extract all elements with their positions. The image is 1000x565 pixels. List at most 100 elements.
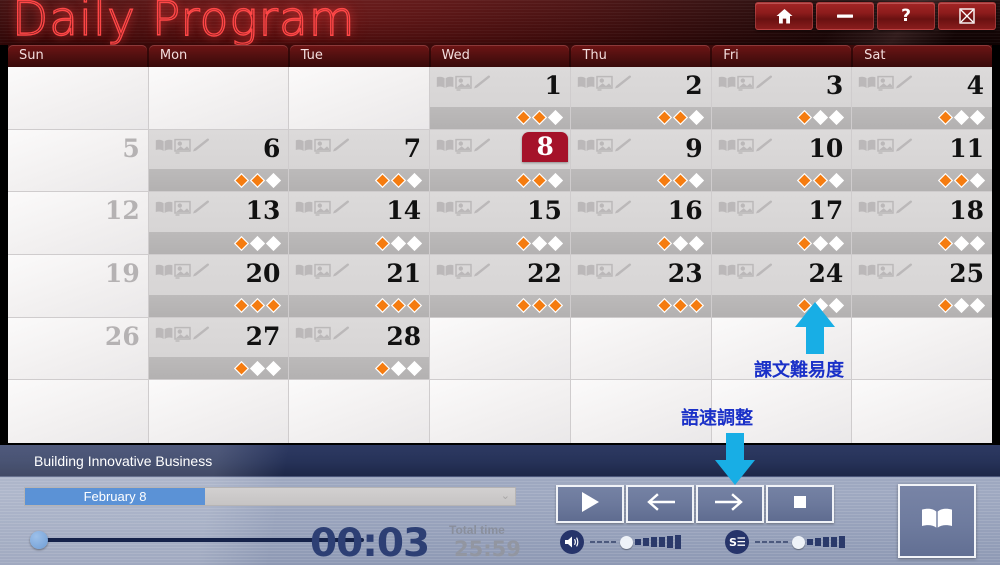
difficulty-rating — [289, 232, 430, 255]
next-button[interactable] — [696, 485, 764, 523]
calendar-day-cell-6[interactable]: 6 — [148, 129, 290, 193]
playback-controls — [556, 485, 834, 523]
day-number: 2 — [685, 71, 703, 100]
calendar-day-cell-13[interactable]: 13 — [148, 192, 290, 256]
calendar-day-cell-7[interactable]: 7 — [289, 129, 431, 193]
timeline-handle[interactable] — [30, 531, 48, 549]
difficulty-rating — [852, 169, 992, 192]
calendar-day-cell-22[interactable]: 22 — [430, 255, 571, 318]
chevron-down-icon: ⌄ — [500, 490, 510, 502]
play-icon — [578, 491, 602, 518]
day-cell-top: 10 — [712, 130, 852, 168]
calendar-grid: 1 2 3 4 5 6 7 8 9 10 11 12 13 14 15 16 17 18 19 20 21 22 23 24 2… — [8, 67, 992, 443]
volume-slider-track[interactable] — [590, 532, 683, 552]
calendar-day-cell-8[interactable]: 8 — [430, 129, 571, 193]
day-cell-top: 19 — [8, 255, 148, 293]
slider-level-block — [807, 539, 813, 545]
difficulty-diamond — [531, 298, 547, 314]
day-number: 14 — [386, 196, 422, 226]
day-number: 26 — [104, 321, 140, 351]
player-bar: Building Innovative Business February 8 … — [0, 445, 1000, 565]
calendar-empty-cell — [852, 380, 992, 443]
calendar-day-cell-12[interactable]: 12 — [8, 192, 149, 256]
calendar-day-cell-16[interactable]: 16 — [570, 192, 712, 256]
day-cell-top — [289, 380, 429, 418]
calendar-day-cell-21[interactable]: 21 — [289, 255, 431, 318]
calendar-day-cell-20[interactable]: 20 — [148, 255, 290, 318]
speed-slider[interactable]: S — [725, 530, 847, 554]
slider-level-block — [831, 536, 837, 548]
calendar-day-cell-9[interactable]: 9 — [570, 129, 712, 193]
play-button[interactable] — [556, 485, 624, 523]
difficulty-rating — [289, 169, 430, 192]
difficulty-diamond — [672, 235, 688, 251]
volume-slider[interactable] — [560, 530, 683, 554]
day-cell-top: 23 — [571, 255, 711, 293]
calendar-day-cell-26[interactable]: 26 — [8, 317, 149, 381]
day-cell-top: 26 — [8, 318, 148, 356]
calendar-day-cell-5[interactable]: 5 — [8, 129, 149, 193]
day-cell-top: 3 — [712, 67, 852, 105]
lesson-content-icons — [436, 263, 492, 279]
calendar-day-cell-10[interactable]: 10 — [711, 129, 853, 193]
calendar-day-cell-28[interactable]: 28 — [289, 317, 431, 381]
day-cell-top: 2 — [571, 67, 711, 105]
speaker-icon — [560, 530, 584, 554]
previous-button[interactable] — [626, 485, 694, 523]
day-number: 15 — [527, 196, 562, 226]
arrow-left-icon — [645, 492, 676, 517]
difficulty-diamond — [938, 298, 954, 314]
lesson-content-icons — [858, 138, 914, 154]
difficulty-diamond — [970, 110, 986, 126]
calendar-day-cell-15[interactable]: 15 — [430, 192, 571, 256]
slider-level-block — [659, 536, 665, 548]
calendar-panel: Sun Mon Tue Wed Thu Fri Sat 1 2 3 4 5 6 7 8 9 10 11 12 13 1… — [8, 45, 992, 443]
dictionary-button[interactable] — [898, 484, 976, 558]
calendar-empty-cell — [148, 67, 290, 130]
calendar-empty-cell — [8, 380, 149, 443]
calendar-day-cell-4[interactable]: 4 — [852, 67, 992, 130]
slider-handle[interactable] — [792, 535, 805, 549]
day-cell-top: 11 — [852, 130, 992, 168]
current-time: 00:03 — [310, 521, 430, 565]
day-cell-top: 21 — [289, 255, 429, 293]
calendar-day-cell-17[interactable]: 17 — [711, 192, 853, 256]
lesson-select[interactable]: February 8 ⌄ — [24, 487, 516, 506]
calendar-day-cell-2[interactable]: 2 — [570, 67, 712, 130]
difficulty-diamond — [531, 172, 547, 188]
home-button[interactable] — [755, 2, 813, 30]
calendar-day-cell-3[interactable]: 3 — [711, 67, 853, 130]
help-button[interactable]: ? — [877, 2, 935, 30]
day-cell-top: 7 — [289, 130, 429, 168]
calendar-day-cell-14[interactable]: 14 — [289, 192, 431, 256]
timeline[interactable]: 00:03 Total time 25:59 — [24, 521, 524, 565]
difficulty-diamond — [970, 172, 986, 188]
difficulty-diamond — [407, 298, 423, 314]
day-cell-top: 5 — [8, 130, 148, 168]
slider-level-block — [823, 537, 829, 547]
minimize-button[interactable] — [816, 2, 874, 30]
weekday-header-tue: Tue — [289, 45, 429, 67]
slider-handle[interactable] — [620, 535, 633, 549]
close-button[interactable] — [938, 2, 996, 30]
calendar-day-cell-18[interactable]: 18 — [852, 192, 992, 256]
difficulty-diamond — [688, 110, 704, 126]
total-time-value: 25:59 — [454, 537, 521, 561]
weekday-header-sat: Sat — [853, 45, 992, 67]
stop-button[interactable] — [766, 485, 834, 523]
day-cell-top: 22 — [430, 255, 570, 293]
calendar-day-cell-27[interactable]: 27 — [148, 317, 290, 381]
speed-slider-track[interactable] — [755, 532, 847, 552]
weekday-header-thu: Thu — [571, 45, 711, 67]
calendar-day-cell-19[interactable]: 19 — [8, 255, 149, 318]
calendar-day-cell-25[interactable]: 25 — [852, 255, 992, 318]
difficulty-diamond — [829, 110, 845, 126]
difficulty-diamond — [407, 172, 423, 188]
weekday-header-mon: Mon — [148, 45, 288, 67]
slider-tick — [783, 541, 788, 543]
difficulty-diamond — [391, 172, 407, 188]
slider-tick — [762, 541, 767, 543]
calendar-day-cell-23[interactable]: 23 — [570, 255, 712, 318]
calendar-day-cell-11[interactable]: 11 — [852, 129, 992, 193]
calendar-day-cell-1[interactable]: 1 — [430, 67, 571, 130]
